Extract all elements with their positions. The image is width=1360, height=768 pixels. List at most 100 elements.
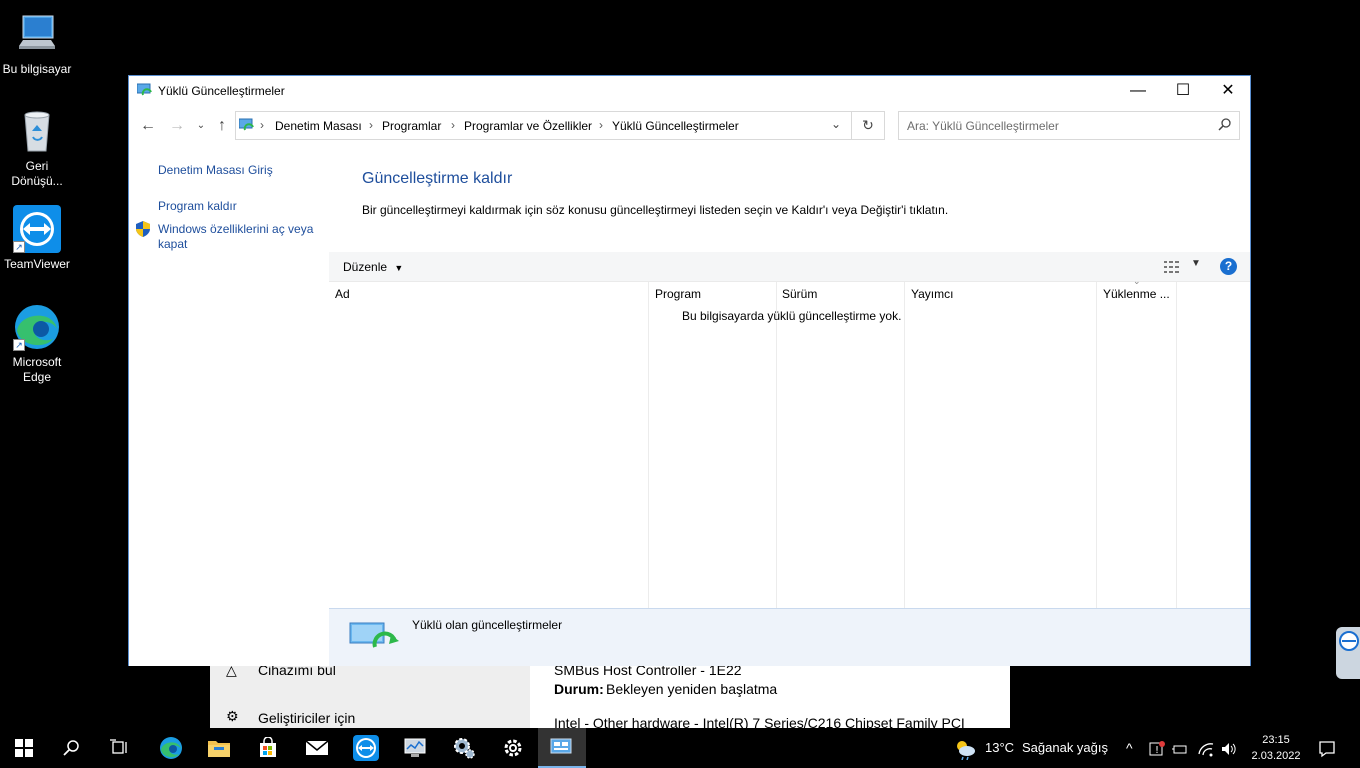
organize-button[interactable]: Düzenle ▼ xyxy=(343,260,403,274)
clock-date: 2.03.2022 xyxy=(1251,750,1301,762)
wifi-icon[interactable] xyxy=(1197,728,1215,768)
performance-monitor-icon[interactable] xyxy=(391,728,439,768)
recycle-bin-icon xyxy=(13,107,61,155)
back-arrow-icon[interactable]: ← xyxy=(138,115,158,137)
close-button[interactable]: ✕ xyxy=(1205,76,1251,105)
organize-dropdown-icon: ▼ xyxy=(394,263,404,273)
windows-features-link[interactable]: Windows özelliklerini aç veya kapat xyxy=(158,222,323,252)
window-title: Yüklü Güncelleştirmeler xyxy=(158,84,285,98)
show-hidden-icons-chevron-icon[interactable]: ^ xyxy=(1126,728,1133,768)
address-dropdown-chevron-icon[interactable]: ⌄ xyxy=(831,117,841,131)
column-divider xyxy=(1096,282,1097,608)
column-header-program[interactable]: Program xyxy=(649,282,776,307)
address-box[interactable]: › Denetim Masası › Programlar › Programl… xyxy=(235,111,852,140)
desktop-icon-label: Microsoft Edge xyxy=(12,355,62,384)
teamviewer-icon: ↗ xyxy=(13,205,61,253)
status-label: Durum: xyxy=(554,681,604,697)
installed-updates-icon xyxy=(136,83,153,97)
status-value: Bekleyen yeniden başlatma xyxy=(606,681,778,697)
column-header-publisher[interactable]: Yayımcı xyxy=(905,282,1096,307)
maximize-button[interactable]: ☐ xyxy=(1160,76,1206,105)
background-settings-window: △ Cihazımı bul ⚙ Geliştiriciler için SMB… xyxy=(210,660,1010,731)
mail-icon[interactable] xyxy=(293,728,341,768)
left-task-pane: Denetim Masası Giriş Program kaldır Wind… xyxy=(129,144,329,666)
breadcrumb-programs[interactable]: Programlar xyxy=(382,119,441,133)
battery-plug-icon[interactable] xyxy=(1172,728,1190,768)
sort-indicator-icon: ⌄ xyxy=(1133,276,1141,286)
up-arrow-icon[interactable]: ↑ xyxy=(212,115,232,137)
desktop-icon-teamviewer[interactable]: ↗ TeamViewer xyxy=(1,205,73,272)
installed-updates-window: Yüklü Güncelleştirmeler — ☐ ✕ ← → ⌄ ↑ › … xyxy=(128,75,1251,666)
control-panel-icon xyxy=(238,118,255,132)
developers-icon: ⚙ xyxy=(226,708,239,724)
column-divider xyxy=(648,282,649,608)
teamviewer-taskbar-icon[interactable] xyxy=(342,728,390,768)
empty-list-message: Bu bilgisayarda yüklü güncelleştirme yok… xyxy=(682,309,902,323)
svg-text:!: ! xyxy=(1155,745,1159,756)
volume-icon[interactable] xyxy=(1220,728,1238,768)
refresh-icon[interactable]: ↻ xyxy=(852,111,885,140)
breadcrumb-separator-icon: › xyxy=(369,118,373,132)
desktop-icon-label: Geri Dönüşü... xyxy=(11,159,63,188)
breadcrumb-separator-icon: › xyxy=(599,118,603,132)
clock[interactable]: 23:15 2.03.2022 xyxy=(1248,732,1304,764)
teamviewer-side-panel[interactable] xyxy=(1336,627,1360,679)
edge-taskbar-icon[interactable] xyxy=(147,728,195,768)
uninstall-program-link[interactable]: Program kaldır xyxy=(158,199,237,214)
recent-locations-chevron-icon[interactable]: ⌄ xyxy=(191,115,211,137)
details-text: Yüklü olan güncelleştirmeler xyxy=(412,618,563,632)
edge-icon: ↗ xyxy=(13,303,61,351)
shortcut-arrow-icon: ↗ xyxy=(13,339,25,351)
details-pane: Yüklü olan güncelleştirmeler xyxy=(329,608,1250,666)
breadcrumb-separator-icon: › xyxy=(260,118,264,132)
desktop-icon-recycle-bin[interactable]: Geri Dönüşü... xyxy=(1,107,73,189)
column-divider xyxy=(1176,282,1177,608)
file-explorer-icon[interactable] xyxy=(195,728,243,768)
control-panel-home-link[interactable]: Denetim Masası Giriş xyxy=(158,163,273,178)
breadcrumb-installed-updates[interactable]: Yüklü Güncelleştirmeler xyxy=(612,119,739,133)
page-heading: Güncelleştirme kaldır xyxy=(362,170,513,187)
column-divider xyxy=(904,282,905,608)
forward-arrow-icon[interactable]: → xyxy=(167,115,187,137)
desktop-icon-edge[interactable]: ↗ Microsoft Edge xyxy=(1,303,73,385)
desktop-icon-this-pc[interactable]: Bu bilgisayar xyxy=(1,10,73,77)
installed-updates-large-icon xyxy=(349,621,399,655)
command-bar: Düzenle ▼ ▼ ? xyxy=(329,252,1250,282)
task-view-icon[interactable] xyxy=(96,728,144,768)
security-alert-icon[interactable]: ! xyxy=(1148,728,1166,768)
address-bar-row: ← → ⌄ ↑ › Denetim Masası › Programlar › … xyxy=(129,109,1250,143)
search-box[interactable]: Ara: Yüklü Güncelleştirmeler xyxy=(898,111,1240,140)
start-button[interactable] xyxy=(0,728,48,768)
breadcrumb-separator-icon: › xyxy=(451,118,455,132)
content-area: Güncelleştirme kaldır Bir güncelleştirme… xyxy=(329,144,1250,666)
column-header-name[interactable]: Ad xyxy=(329,282,649,307)
organize-label: Düzenle xyxy=(343,260,388,274)
search-taskbar-icon[interactable] xyxy=(48,728,96,768)
weather-description[interactable]: Sağanak yağış xyxy=(1022,728,1108,768)
help-icon[interactable]: ? xyxy=(1220,258,1237,275)
title-bar[interactable]: Yüklü Güncelleştirmeler — ☐ ✕ xyxy=(129,76,1250,105)
view-options-icon[interactable] xyxy=(1164,260,1182,274)
breadcrumb-control-panel[interactable]: Denetim Masası xyxy=(275,119,362,133)
weather-icon[interactable] xyxy=(953,728,977,768)
view-dropdown-icon[interactable]: ▼ xyxy=(1191,258,1201,269)
breadcrumb-programs-features[interactable]: Programlar ve Özellikler xyxy=(464,119,592,133)
search-icon[interactable] xyxy=(1217,117,1233,133)
minimize-button[interactable]: — xyxy=(1115,76,1161,105)
control-panel-taskbar-icon[interactable] xyxy=(538,728,586,768)
shortcut-arrow-icon: ↗ xyxy=(13,241,25,253)
settings-gear-icon[interactable] xyxy=(489,728,537,768)
desktop-icon-label: Bu bilgisayar xyxy=(2,62,72,76)
system-config-icon[interactable] xyxy=(440,728,488,768)
notification-icon[interactable] xyxy=(1318,728,1336,768)
computer-icon xyxy=(13,10,61,58)
weather-temperature[interactable]: 13°C xyxy=(985,728,1014,768)
desktop-icon-label: TeamViewer xyxy=(4,257,70,271)
clock-time: 23:15 xyxy=(1262,734,1290,746)
developers-item[interactable]: Geliştiriciler için xyxy=(258,710,355,726)
page-description: Bir güncelleştirmeyi kaldırmak için söz … xyxy=(362,203,949,217)
background-settings-nav: △ Cihazımı bul ⚙ Geliştiriciler için xyxy=(210,660,530,728)
column-header-version[interactable]: Sürüm xyxy=(776,282,904,307)
store-icon[interactable] xyxy=(244,728,292,768)
taskbar: 13°C Sağanak yağış ^ ! 23:15 2.03.2022 xyxy=(0,728,1360,768)
